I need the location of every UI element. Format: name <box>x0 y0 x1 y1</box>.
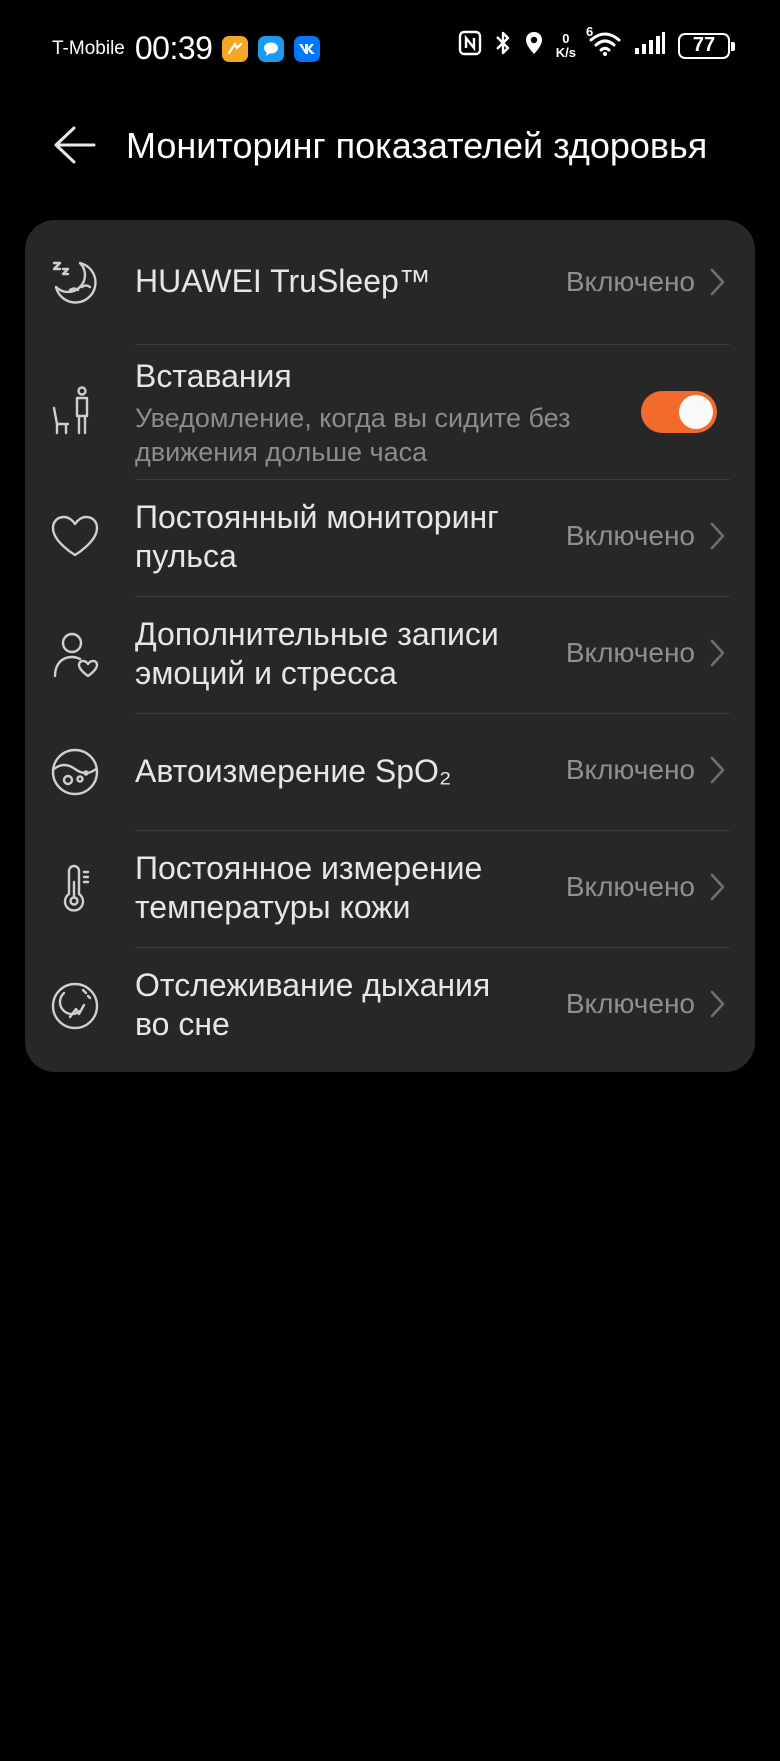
settings-card: HUAWEI TruSleep™ Включено Вставания Увед… <box>25 220 755 1072</box>
setting-value: Включено <box>565 520 695 551</box>
setting-stress[interactable]: Дополнительные записи эмоций и стресса В… <box>25 597 755 713</box>
wifi-label: 6 <box>586 24 594 39</box>
orange-app-icon <box>222 35 249 62</box>
setting-subtitle-line-1: Уведомление, когда вы сидите без <box>135 403 571 433</box>
sleep-breathing-icon <box>49 980 101 1032</box>
network-speed: 0 K/s <box>555 30 576 60</box>
network-speed-unit: K/s <box>555 44 576 60</box>
standing-toggle-switch[interactable] <box>641 391 717 433</box>
setting-standing[interactable]: Вставания Уведомление, когда вы сидите б… <box>25 345 755 479</box>
blood-oxygen-icon <box>49 746 101 798</box>
chevron-right-icon <box>710 990 725 1018</box>
page-title: Мониторинг показателей здоровья <box>126 125 708 166</box>
nfc-icon <box>458 30 482 61</box>
arrow-left-icon <box>54 126 96 164</box>
setting-trusleep[interactable]: HUAWEI TruSleep™ Включено <box>25 220 755 344</box>
setting-subtitle-line-2: движения дольше часа <box>135 437 428 467</box>
setting-heart-rate[interactable]: Постоянный мониторинг пульса Включено <box>25 480 755 596</box>
setting-value: Включено <box>565 988 695 1019</box>
setting-title: HUAWEI TruSleep™ <box>135 263 431 299</box>
setting-title-line-1: Постоянное измерение <box>135 850 483 886</box>
setting-value: Включено <box>565 266 695 297</box>
battery-icon: 77 <box>678 32 735 59</box>
setting-title-line-2: эмоций и стресса <box>135 655 397 691</box>
status-bar-left: T-Mobile 00:39 <box>52 30 321 67</box>
status-bar-right: 0 K/s 6 77 <box>458 24 735 61</box>
setting-title-line-2: температуры кожи <box>135 889 411 925</box>
thermometer-icon <box>49 863 101 915</box>
setting-value: Включено <box>565 871 695 902</box>
setting-title-line-2: во сне <box>135 1006 230 1042</box>
setting-title-line-1: Отслеживание дыхания <box>135 967 491 1003</box>
bluetooth-icon <box>494 30 512 61</box>
setting-spo2[interactable]: Автоизмерение SpO₂ Включено <box>25 714 755 830</box>
chevron-right-icon <box>710 756 725 784</box>
signal-icon <box>634 31 666 60</box>
setting-value: Включено <box>565 637 695 668</box>
setting-skin-temperature[interactable]: Постоянное измерение температуры кожи Вк… <box>25 831 755 947</box>
toggle-knob <box>679 395 713 429</box>
standing-person-icon <box>49 385 101 437</box>
chevron-right-icon <box>710 522 725 550</box>
setting-sleep-breathing[interactable]: Отслеживание дыхания во сне Включено <box>25 948 755 1072</box>
setting-title: Вставания <box>135 358 292 394</box>
vk-icon <box>294 35 321 62</box>
chevron-right-icon <box>710 268 725 296</box>
status-bar: T-Mobile 00:39 0 K/s 6 77 <box>0 0 780 100</box>
setting-title-line-1: Постоянный мониторинг <box>135 499 499 535</box>
setting-title-line-2: пульса <box>135 538 237 574</box>
clock: 00:39 <box>134 30 213 66</box>
setting-title-line-1: Дополнительные записи <box>135 616 499 652</box>
back-button[interactable] <box>50 123 98 167</box>
location-icon <box>524 30 544 61</box>
heart-icon <box>49 512 101 564</box>
wifi-icon: 6 <box>586 24 622 61</box>
setting-value: Включено <box>565 754 695 785</box>
page-header: Мониторинг показателей здоровья <box>0 115 780 175</box>
person-heart-icon <box>49 629 101 681</box>
sleep-moon-icon <box>49 256 101 308</box>
carrier-name: T-Mobile <box>52 37 125 59</box>
setting-title: Автоизмерение SpO₂ <box>135 753 452 789</box>
chevron-right-icon <box>710 639 725 667</box>
messages-icon <box>258 35 285 62</box>
network-speed-value: 0 <box>562 30 570 46</box>
chevron-right-icon <box>710 873 725 901</box>
